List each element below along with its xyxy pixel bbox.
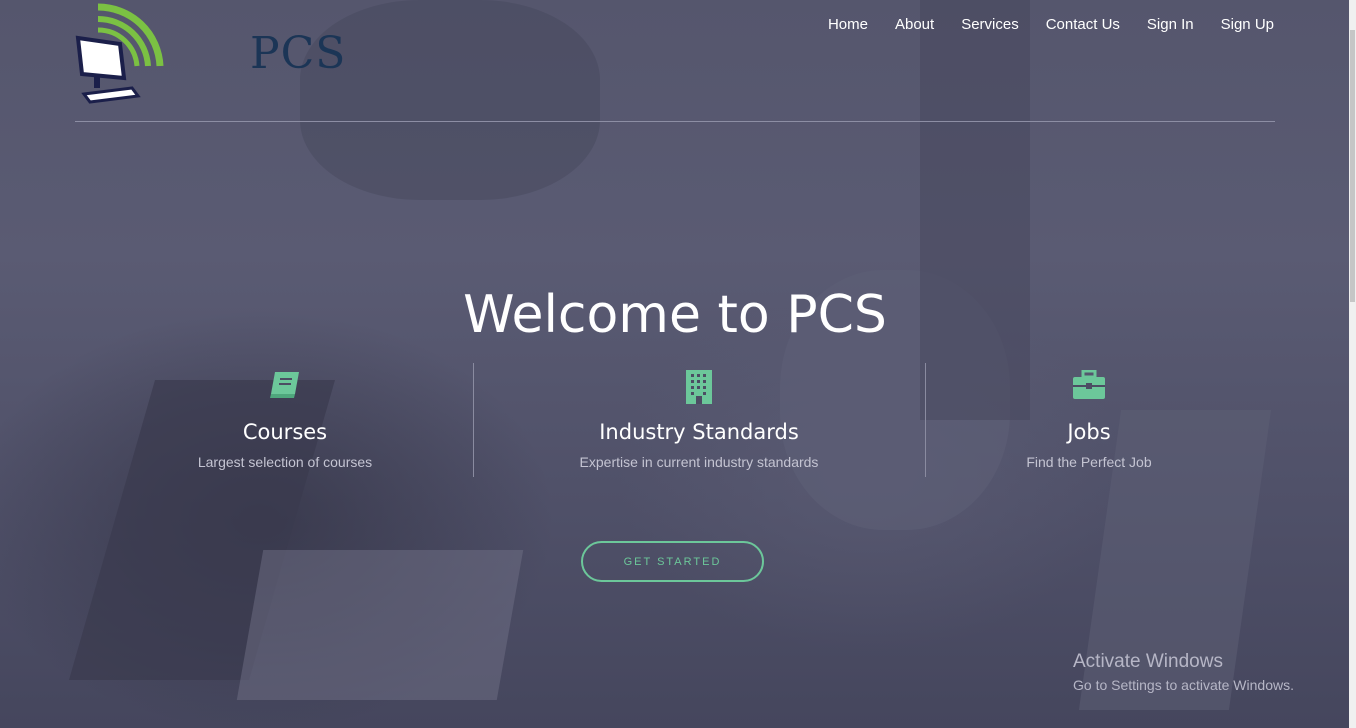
scrollbar-thumb[interactable] — [1350, 30, 1355, 302]
brand-logo[interactable]: PCS — [74, 0, 345, 106]
feature-title: Industry Standards — [599, 420, 799, 444]
nav-sign-up[interactable]: Sign Up — [1221, 16, 1274, 33]
building-icon — [519, 370, 879, 404]
book-icon — [105, 370, 465, 404]
feature-subtitle: Find the Perfect Job — [1026, 454, 1152, 470]
main-nav: Home About Services Contact Us Sign In S… — [801, 16, 1274, 33]
feature-subtitle: Largest selection of courses — [197, 454, 373, 470]
page-scrollbar[interactable] — [1349, 0, 1356, 728]
feature-title: Courses — [242, 420, 328, 444]
hero-title: Welcome to PCS — [463, 284, 887, 345]
nav-services[interactable]: Services — [961, 16, 1019, 33]
get-started-button[interactable]: GET STARTED — [581, 541, 764, 582]
feature-subtitle: Expertise in current industry standards — [579, 454, 819, 470]
hero-background-image — [0, 0, 1356, 728]
nav-home[interactable]: Home — [828, 16, 868, 33]
briefcase-icon — [909, 370, 1269, 404]
watermark-title: Activate Windows — [1073, 651, 1223, 672]
feature-courses: Courses Largest selection of courses — [105, 370, 465, 470]
nav-sign-in[interactable]: Sign In — [1147, 16, 1194, 33]
nav-contact-us[interactable]: Contact Us — [1046, 16, 1120, 33]
activate-windows-watermark: Activate Windows Go to Settings to activ… — [1073, 651, 1294, 693]
nav-about[interactable]: About — [895, 16, 934, 33]
feature-divider — [473, 363, 474, 477]
feature-jobs: Jobs Find the Perfect Job — [909, 370, 1269, 470]
watermark-subtitle: Go to Settings to activate Windows. — [1073, 677, 1294, 693]
feature-industry-standards: Industry Standards Expertise in current … — [519, 370, 879, 470]
computer-signal-icon — [75, 3, 164, 104]
brand-name: PCS — [250, 28, 347, 79]
header-divider — [75, 121, 1275, 122]
feature-title: Jobs — [1067, 420, 1111, 444]
